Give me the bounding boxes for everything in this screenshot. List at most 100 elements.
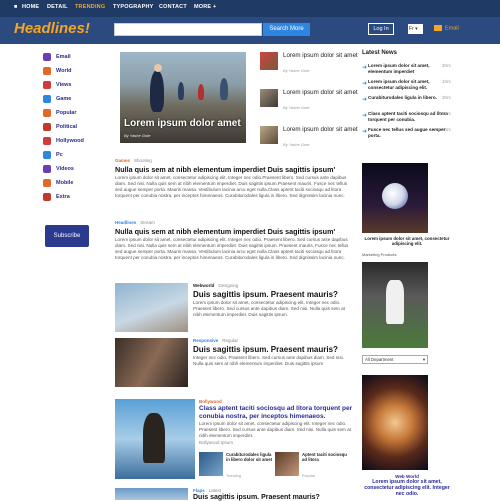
webworld-block: Web World Lorem ipsum dolor sit amet, co… <box>362 474 452 498</box>
department-select[interactable]: All Department ▾ <box>362 355 428 364</box>
ad-label: Marketing Products <box>362 252 397 257</box>
sub-title[interactable]: Aptent taciti sociosqu ad litora <box>302 452 350 462</box>
hero-image[interactable]: Lorem ipsum dolor amet By Yashe Gote <box>120 52 246 143</box>
nav-detail[interactable]: DETAIL <box>47 4 68 10</box>
search-button[interactable]: Search More <box>263 23 310 36</box>
card-category[interactable]: Flaps <box>193 488 205 493</box>
sub-meta: Popular <box>302 474 316 478</box>
nav-contact[interactable]: CONTACT <box>159 4 187 10</box>
mini-title[interactable]: Lorem ipsum dolor sit amet <box>283 89 363 97</box>
nav-trending[interactable]: TRENDING <box>75 4 105 10</box>
mini-article[interactable]: Lorem ipsum dolor sit amet By Yashe Gote <box>260 89 360 119</box>
feature-image[interactable] <box>115 399 195 479</box>
sidebar-item-popular[interactable]: Popular <box>40 106 100 120</box>
latest-news-item[interactable]: ➜ Lorem ipsum dolor sit amet, elementum i… <box>362 63 472 79</box>
article-title[interactable]: Nulla quis sem at nibh elementum imperdi… <box>115 227 355 236</box>
search-input[interactable] <box>114 23 262 36</box>
extra-icon <box>43 193 51 201</box>
world-icon <box>43 67 51 75</box>
language-value: Fr <box>409 26 414 32</box>
latest-news-item[interactable]: ➜ Curabiturodales ligula in libero. 3hrs <box>362 95 472 111</box>
card-title[interactable]: Duis sagittis ipsum. Praesent mauris? <box>193 345 353 354</box>
arrow-right-icon: ➜ <box>362 81 368 87</box>
sidebar-item-label: Extra <box>56 194 70 200</box>
sidebar-item-pc[interactable]: Pc <box>40 148 100 162</box>
card-image[interactable] <box>115 283 188 332</box>
hollywood-icon <box>43 137 51 145</box>
article-card: Responsive Regular Duis sagittis ipsum. P… <box>115 338 355 390</box>
sub-thumb <box>275 452 299 476</box>
hero-title[interactable]: Lorem ipsum dolor amet <box>124 118 241 129</box>
article-title[interactable]: Nulla quis sem at nibh elementum imperdi… <box>115 165 355 174</box>
card-category[interactable]: Responsive <box>193 338 218 343</box>
feature-title[interactable]: Class aptent taciti sociosqu ad litora t… <box>199 405 354 420</box>
feature-text: Bollywood Class aptent taciti sociosqu a… <box>199 399 354 445</box>
latest-news-text[interactable]: Fusce nec tellus sed augue semper porta. <box>368 127 448 139</box>
views-icon <box>43 81 51 89</box>
nav-typography[interactable]: TYPOGRAPHY <box>113 4 154 10</box>
latest-news-time: 2hrs <box>442 111 451 116</box>
email-icon <box>43 53 51 61</box>
sidebar-item-game[interactable]: Game <box>40 92 100 106</box>
mini-author: By Yashe Gote <box>283 142 310 147</box>
sidebar-item-hollywood[interactable]: Hollywood <box>40 134 100 148</box>
card-tag[interactable]: Designing <box>218 283 238 288</box>
latest-news-text[interactable]: Lorem ipsum dolor sit amet, consectetur … <box>368 79 448 91</box>
article-tag[interactable]: Shooting <box>134 158 152 163</box>
card-tag[interactable]: Latest <box>209 488 221 493</box>
sidebar-item-email[interactable]: Email <box>40 50 100 64</box>
mini-title[interactable]: Lorem ipsum dolor sit amet <box>283 52 363 60</box>
latest-news-text[interactable]: Lorem ipsum dolor sit amet, elementum im… <box>368 63 448 75</box>
card-image[interactable] <box>115 488 188 500</box>
person-figure <box>143 413 165 463</box>
card-title[interactable]: Duis sagittis ipsum. Praesent mauris? <box>193 290 353 299</box>
arrow-right-icon: ➜ <box>362 113 368 119</box>
sub-article[interactable]: Aptent taciti sociosqu ad litora Popular <box>275 452 350 482</box>
sidebar-item-extra[interactable]: Extra <box>40 190 100 204</box>
subscribe-button[interactable]: Subscribe <box>45 225 89 247</box>
article-block: Games Shooting Nulla quis sem at nibh ele… <box>115 158 355 199</box>
ad-image-baseball[interactable] <box>362 262 428 348</box>
mini-article[interactable]: Lorem ipsum dolor sit amet By Yashe Gote <box>260 126 360 156</box>
sidebar-item-world[interactable]: World <box>40 64 100 78</box>
sidebar-item-views[interactable]: Views <box>40 78 100 92</box>
article-category[interactable]: Games <box>115 158 130 163</box>
latest-news-text[interactable]: Class aptent taciti sociosqu ad litora t… <box>368 111 448 123</box>
arrow-right-icon: ➜ <box>362 97 368 103</box>
latest-news-text[interactable]: Curabiturodales ligula in libero. <box>368 95 448 101</box>
sub-title[interactable]: Curabiturodales ligula in libero dolor s… <box>226 452 274 462</box>
sidebar-item-label: Videos <box>56 166 74 172</box>
latest-news-item[interactable]: ➜ Fusce nec tellus sed augue semper porta… <box>362 127 472 143</box>
card-category[interactable]: Webworld <box>193 283 214 288</box>
nav-home[interactable]: HOME <box>22 4 39 10</box>
ad-caption[interactable]: Lorem ipsum dolor sit amet, consectetur … <box>362 236 452 247</box>
card-image[interactable] <box>115 338 188 387</box>
sub-article[interactable]: Curabiturodales ligula in libero dolor s… <box>199 452 274 482</box>
latest-news-item[interactable]: ➜ Class aptent taciti sociosqu ad litora … <box>362 111 472 127</box>
nav-more[interactable]: MORE + <box>194 4 216 10</box>
latest-news-item[interactable]: ➜ Lorem ipsum dolor sit amet, consectetur… <box>362 79 472 95</box>
article-category[interactable]: Headlines <box>115 220 136 225</box>
sidebar-item-label: Game <box>56 96 72 102</box>
login-button[interactable]: Log In <box>368 23 394 35</box>
webworld-title[interactable]: Lorem ipsum dolor sit amet, consectetur … <box>362 479 452 498</box>
header-email-link[interactable]: Email <box>434 25 459 31</box>
popular-icon <box>43 109 51 117</box>
sidebar-item-videos[interactable]: Videos <box>40 162 100 176</box>
card-tag[interactable]: Regular <box>222 338 238 343</box>
mini-article[interactable]: Lorem ipsum dolor sit amet By Yashe Gote <box>260 52 360 82</box>
sidebar-item-label: Email <box>56 54 71 60</box>
site-logo[interactable]: Headlines! <box>14 20 90 37</box>
feature-category[interactable]: Bollywood <box>199 399 222 404</box>
sidebar-item-political[interactable]: Political <box>40 120 100 134</box>
article-tag[interactable]: Stream <box>140 220 155 225</box>
ad-image-football[interactable] <box>362 163 428 233</box>
sub-thumb <box>199 452 223 476</box>
runner-figure <box>150 70 164 112</box>
ad-image-nebula[interactable] <box>362 375 428 470</box>
home-icon[interactable]: ■ <box>14 4 18 10</box>
mini-title[interactable]: Lorem ipsum dolor sit amet <box>283 126 363 134</box>
article-body: Lorem ipsum dolor sit amet, consectetur … <box>115 175 348 198</box>
language-select[interactable]: Fr ▾ <box>408 24 423 34</box>
sidebar-item-mobile[interactable]: Mobile <box>40 176 100 190</box>
